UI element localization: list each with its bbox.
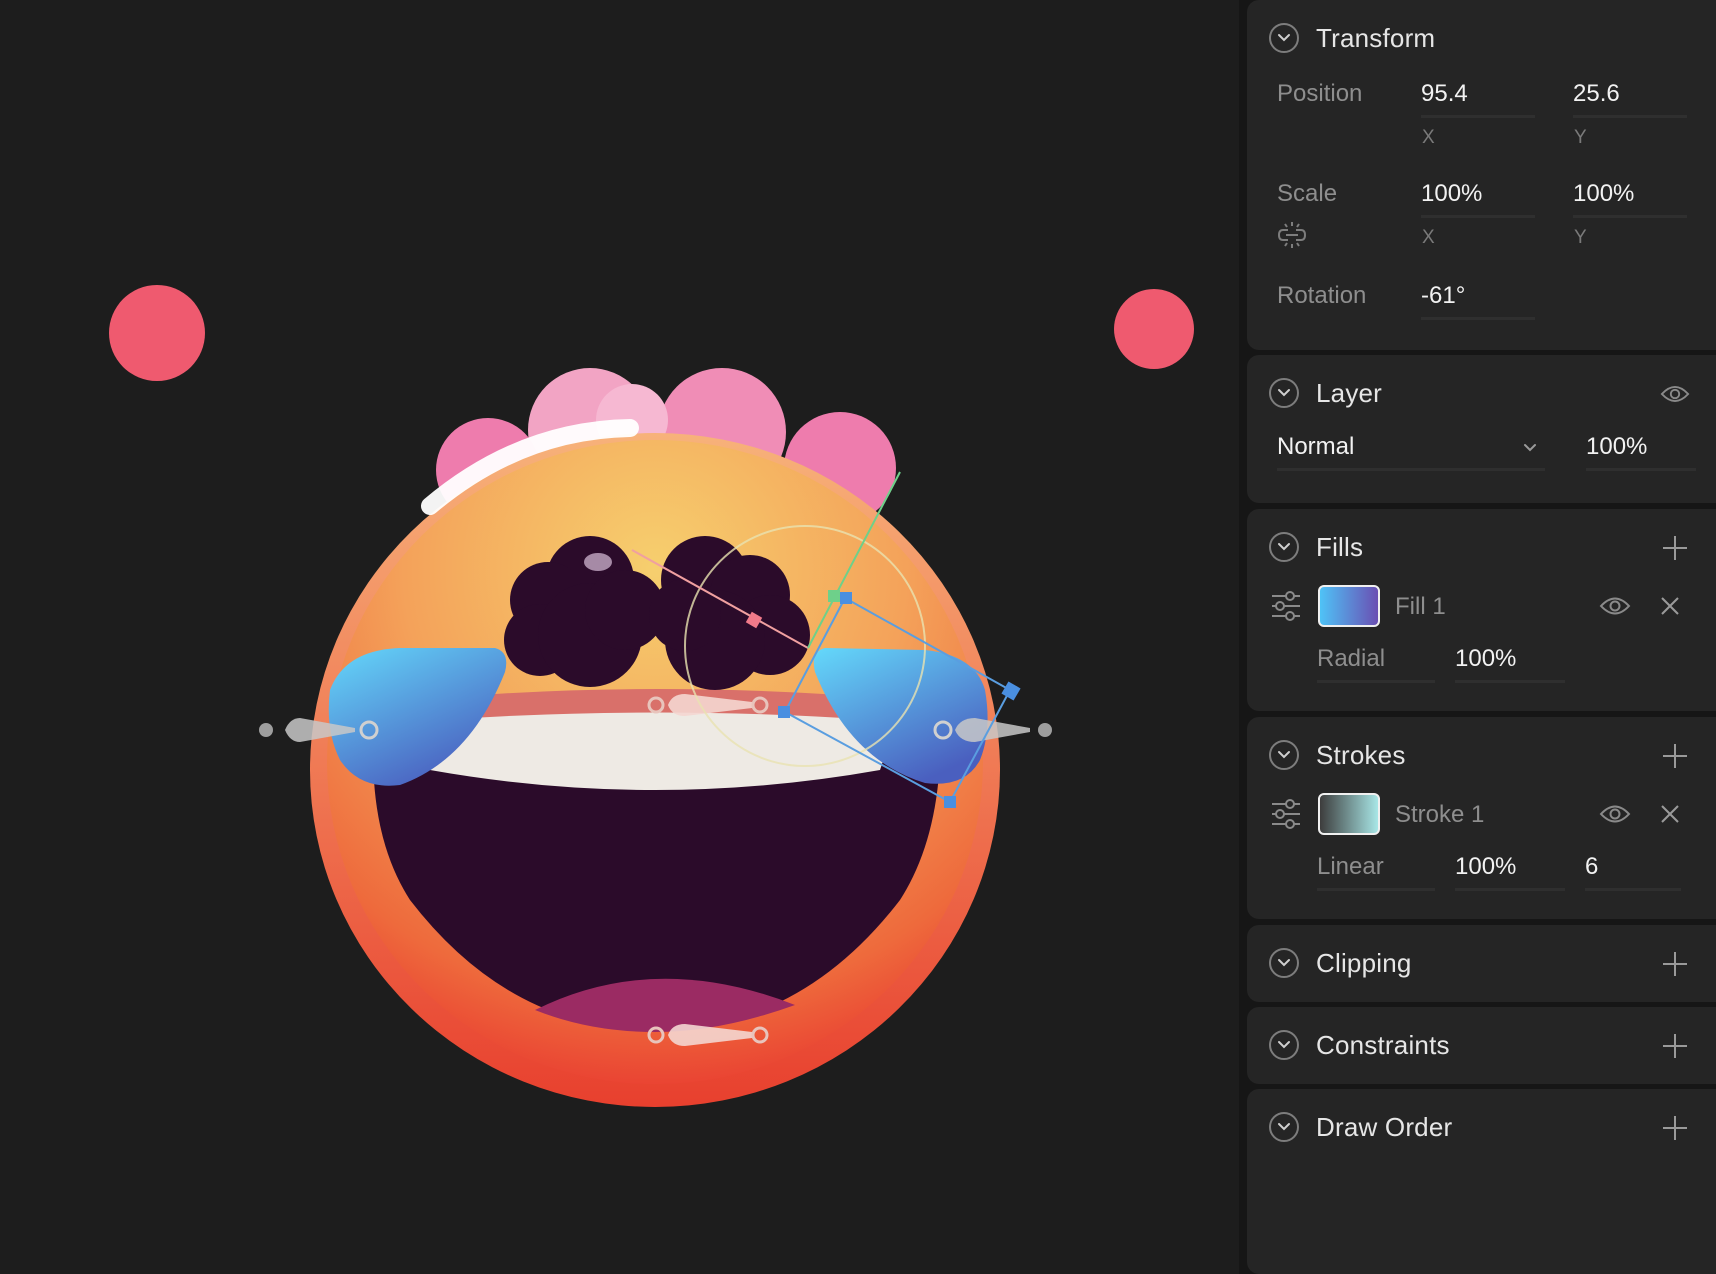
transform-title: Transform <box>1316 22 1436 53</box>
scale-x-label: X <box>1422 227 1435 248</box>
add-constraint-plus-icon[interactable] <box>1660 1031 1690 1061</box>
clipping-section: Clipping <box>1247 925 1716 1002</box>
stroke-type-select[interactable]: Linear <box>1317 847 1435 891</box>
close-icon[interactable] <box>1655 591 1685 621</box>
clipping-title: Clipping <box>1316 947 1412 978</box>
artboard-canvas[interactable] <box>0 0 1244 1274</box>
draw-order-title: Draw Order <box>1316 1111 1453 1142</box>
stroke-width-input[interactable]: 6 <box>1585 847 1681 891</box>
clipping-header[interactable]: Clipping <box>1269 947 1412 979</box>
sliders-icon[interactable] <box>1269 797 1303 831</box>
emoji-artwork[interactable] <box>0 0 1244 1274</box>
fills-header[interactable]: Fills <box>1269 531 1363 563</box>
add-stroke-plus-icon[interactable] <box>1660 741 1690 771</box>
scale-label: Scale <box>1277 180 1338 207</box>
constraints-header[interactable]: Constraints <box>1269 1029 1450 1061</box>
eye-icon[interactable] <box>1660 379 1690 409</box>
add-clipping-plus-icon[interactable] <box>1660 949 1690 979</box>
position-y-label: Y <box>1574 127 1587 148</box>
position-x-label: X <box>1422 127 1435 148</box>
position-label: Position <box>1277 80 1363 107</box>
chevron-down-icon <box>1524 444 1536 452</box>
inspector-panel: Transform Position 95.4 25.6 X Y Scale 1… <box>1247 0 1716 1274</box>
layer-section: Layer Normal 100% <box>1247 355 1716 503</box>
blend-mode-select[interactable]: Normal <box>1277 427 1545 471</box>
chevron-down-icon[interactable] <box>1269 23 1299 53</box>
draw-order-section: Draw Order <box>1247 1089 1716 1274</box>
layer-header[interactable]: Layer <box>1269 377 1382 409</box>
close-icon[interactable] <box>1655 799 1685 829</box>
fill-opacity-input[interactable]: 100% <box>1455 639 1565 683</box>
fills-section: Fills Fill 1 Radial 100% <box>1247 509 1716 711</box>
strokes-title: Strokes <box>1316 739 1406 770</box>
chevron-down-icon[interactable] <box>1269 740 1299 770</box>
draw-order-header[interactable]: Draw Order <box>1269 1111 1452 1143</box>
scale-x-input[interactable]: 100% <box>1421 174 1535 218</box>
constraints-title: Constraints <box>1316 1029 1450 1060</box>
position-y-input[interactable]: 25.6 <box>1573 74 1687 118</box>
pink-dot-right[interactable] <box>1114 289 1194 369</box>
chevron-down-icon[interactable] <box>1269 378 1299 408</box>
sliders-icon[interactable] <box>1269 589 1303 623</box>
rotation-input[interactable]: -61° <box>1421 276 1535 320</box>
stroke-name[interactable]: Stroke 1 <box>1395 801 1484 829</box>
app-window: Transform Position 95.4 25.6 X Y Scale 1… <box>0 0 1716 1274</box>
fill-color-swatch[interactable] <box>1318 585 1380 627</box>
unlink-icon[interactable] <box>1275 220 1309 250</box>
eye-icon[interactable] <box>1598 799 1632 829</box>
add-draw-order-plus-icon[interactable] <box>1660 1113 1690 1143</box>
rotation-label: Rotation <box>1277 282 1367 309</box>
stroke-opacity-input[interactable]: 100% <box>1455 847 1565 891</box>
transform-header[interactable]: Transform <box>1269 22 1435 54</box>
panel-divider[interactable] <box>1239 0 1247 1274</box>
fill-type-select[interactable]: Radial <box>1317 639 1435 683</box>
blend-mode-value: Normal <box>1277 433 1355 460</box>
add-fill-plus-icon[interactable] <box>1660 533 1690 563</box>
chevron-down-icon[interactable] <box>1269 1030 1299 1060</box>
layer-title: Layer <box>1316 377 1383 408</box>
chevron-down-icon[interactable] <box>1269 948 1299 978</box>
fill-name[interactable]: Fill 1 <box>1395 593 1446 621</box>
layer-opacity-input[interactable]: 100% <box>1586 427 1696 471</box>
transform-section: Transform Position 95.4 25.6 X Y Scale 1… <box>1247 0 1716 350</box>
chevron-down-icon[interactable] <box>1269 1112 1299 1142</box>
strokes-header[interactable]: Strokes <box>1269 739 1406 771</box>
fills-title: Fills <box>1316 531 1364 562</box>
position-x-input[interactable]: 95.4 <box>1421 74 1535 118</box>
scale-y-label: Y <box>1574 227 1587 248</box>
strokes-section: Strokes Stroke 1 Linear 100% 6 <box>1247 717 1716 919</box>
constraints-section: Constraints <box>1247 1007 1716 1084</box>
chevron-down-icon[interactable] <box>1269 532 1299 562</box>
pink-dot-left[interactable] <box>109 285 205 381</box>
stroke-color-swatch[interactable] <box>1318 793 1380 835</box>
scale-y-input[interactable]: 100% <box>1573 174 1687 218</box>
eye-icon[interactable] <box>1598 591 1632 621</box>
